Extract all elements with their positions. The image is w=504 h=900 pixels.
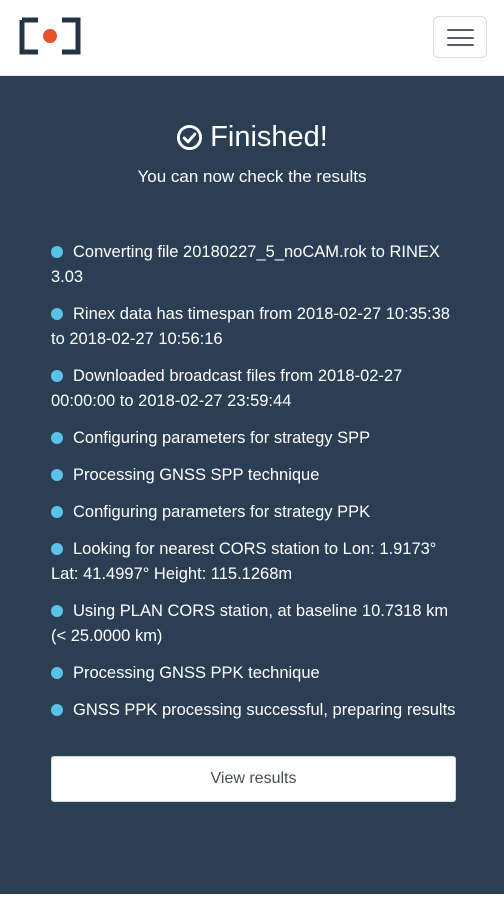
- page: Finished! You can now check the results …: [0, 0, 504, 900]
- bullet-dot-icon: [51, 469, 63, 481]
- log-item-text: Using PLAN CORS station, at baseline 10.…: [51, 602, 449, 645]
- bullet-dot-icon: [51, 543, 63, 555]
- log-item: GNSS PPK processing successful, preparin…: [51, 698, 463, 723]
- processing-log: Converting file 20180227_5_noCAM.rok to …: [51, 240, 463, 735]
- log-item-text: Processing GNSS SPP technique: [73, 466, 320, 484]
- menu-toggle-button[interactable]: [433, 16, 487, 58]
- camera-logo-icon[interactable]: [18, 16, 82, 56]
- log-item: Rinex data has timespan from 2018-02-27 …: [51, 302, 463, 352]
- log-item: Configuring parameters for strategy PPK: [51, 500, 463, 525]
- bullet-dot-icon: [51, 246, 63, 258]
- view-results-button[interactable]: View results: [51, 756, 456, 802]
- top-navbar: [0, 0, 504, 76]
- log-item-text: Configuring parameters for strategy PPK: [73, 503, 371, 521]
- log-item-text: Configuring parameters for strategy SPP: [73, 429, 371, 447]
- log-item: Downloaded broadcast files from 2018-02-…: [51, 364, 463, 414]
- status-heading: Finished!: [0, 120, 504, 154]
- bullet-dot-icon: [51, 370, 63, 382]
- bullet-dot-icon: [51, 432, 63, 444]
- log-item-text: Processing GNSS PPK technique: [73, 664, 320, 682]
- bullet-dot-icon: [51, 506, 63, 518]
- log-item: Configuring parameters for strategy SPP: [51, 426, 463, 451]
- log-item: Processing GNSS PPK technique: [51, 661, 463, 686]
- bullet-dot-icon: [51, 704, 63, 716]
- log-item-text: Converting file 20180227_5_noCAM.rok to …: [51, 243, 440, 286]
- log-item: Processing GNSS SPP technique: [51, 463, 463, 488]
- status-subtitle: You can now check the results: [137, 167, 367, 186]
- log-item: Using PLAN CORS station, at baseline 10.…: [51, 599, 463, 649]
- status-title: Finished!: [210, 121, 328, 153]
- log-item: Converting file 20180227_5_noCAM.rok to …: [51, 240, 463, 290]
- check-circle-icon: [177, 124, 203, 150]
- bullet-dot-icon: [51, 667, 63, 679]
- log-item: Looking for nearest CORS station to Lon:…: [51, 537, 463, 587]
- log-item-text: Rinex data has timespan from 2018-02-27 …: [51, 305, 450, 348]
- bullet-dot-icon: [51, 308, 63, 320]
- log-item-text: Downloaded broadcast files from 2018-02-…: [51, 367, 403, 410]
- hamburger-menu-icon: [447, 29, 474, 46]
- bullet-dot-icon: [51, 605, 63, 617]
- bottom-strip: [0, 894, 504, 900]
- log-item-text: Looking for nearest CORS station to Lon:…: [51, 540, 437, 583]
- log-item-text: GNSS PPK processing successful, preparin…: [73, 701, 456, 719]
